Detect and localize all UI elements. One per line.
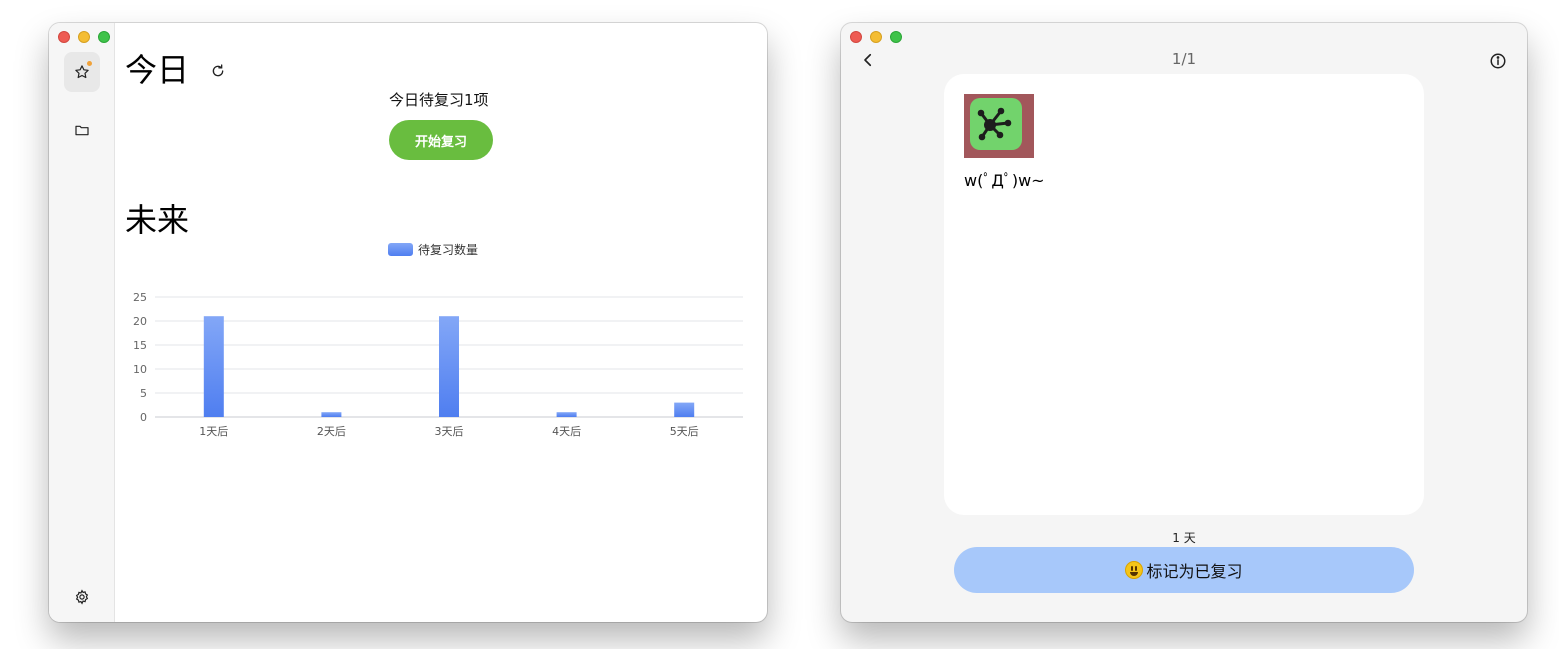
zoom-button[interactable] <box>98 31 110 43</box>
legend-label: 待复习数量 <box>418 242 478 257</box>
card-image <box>964 94 1034 158</box>
bar <box>321 412 342 417</box>
y-tick-label: 25 <box>133 291 147 304</box>
y-tick-label: 10 <box>133 363 147 376</box>
y-tick-label: 0 <box>140 411 147 424</box>
mark-reviewed-label: 标记为已复习 <box>1146 564 1243 581</box>
main-panel: 今日 今日待复习1项 开始复习 未来 待复习数量 0 5 10 15 20 25 1天后 2天后… <box>115 23 767 622</box>
sidebar-item-today[interactable] <box>64 52 100 92</box>
x-tick-label: 5天后 <box>670 425 699 438</box>
info-icon[interactable] <box>1489 52 1507 70</box>
smiley-emoji-icon <box>1125 561 1144 579</box>
bar <box>203 316 224 417</box>
card-text: w(ﾟДﾟ)w~ <box>964 171 1045 190</box>
flashcard: w(ﾟДﾟ)w~ <box>944 74 1424 515</box>
minimize-button[interactable] <box>78 31 90 43</box>
notification-dot <box>87 61 92 66</box>
y-tick-label: 20 <box>133 315 147 328</box>
sidebar <box>49 23 115 622</box>
bar <box>556 412 577 417</box>
sidebar-item-folders[interactable] <box>64 110 100 150</box>
gear-icon <box>75 589 89 605</box>
star-icon <box>75 65 89 79</box>
y-tick-label: 15 <box>133 339 147 352</box>
legend-swatch <box>388 243 413 256</box>
card-counter: 1/1 <box>1171 50 1197 68</box>
review-window: 今日 今日待复习1项 开始复习 未来 待复习数量 0 5 10 15 20 25 1天后 2天后… <box>49 23 767 622</box>
mindmap-app-icon <box>977 107 1012 141</box>
review-interval: 1 天 <box>1172 531 1196 545</box>
close-button[interactable] <box>58 31 70 43</box>
card-window: 1/1 w(ﾟДﾟ)w~ 1 天 标记为已复习 <box>841 23 1527 622</box>
x-tick-label: 1天后 <box>199 425 228 438</box>
x-tick-label: 3天后 <box>435 425 464 438</box>
window-controls <box>850 31 902 43</box>
close-button[interactable] <box>850 31 862 43</box>
due-count-text: 今日待复习1项 <box>389 91 489 109</box>
start-review-button[interactable]: 开始复习 <box>389 120 493 160</box>
future-review-chart: 待复习数量 0 5 10 15 20 25 1天后 2天后 3天后 4天后 5天后 <box>133 242 743 438</box>
x-tick-label: 2天后 <box>317 425 346 438</box>
bar <box>439 316 459 417</box>
y-tick-label: 5 <box>140 387 147 400</box>
refresh-icon[interactable] <box>210 63 226 79</box>
window-controls <box>58 31 110 43</box>
x-tick-label: 4天后 <box>552 425 581 438</box>
sidebar-item-settings[interactable] <box>64 577 100 617</box>
minimize-button[interactable] <box>870 31 882 43</box>
folder-icon <box>75 125 89 136</box>
zoom-button[interactable] <box>890 31 902 43</box>
mark-reviewed-button[interactable]: 标记为已复习 <box>954 547 1414 593</box>
bar <box>674 402 695 417</box>
today-title: 今日 <box>125 51 190 89</box>
